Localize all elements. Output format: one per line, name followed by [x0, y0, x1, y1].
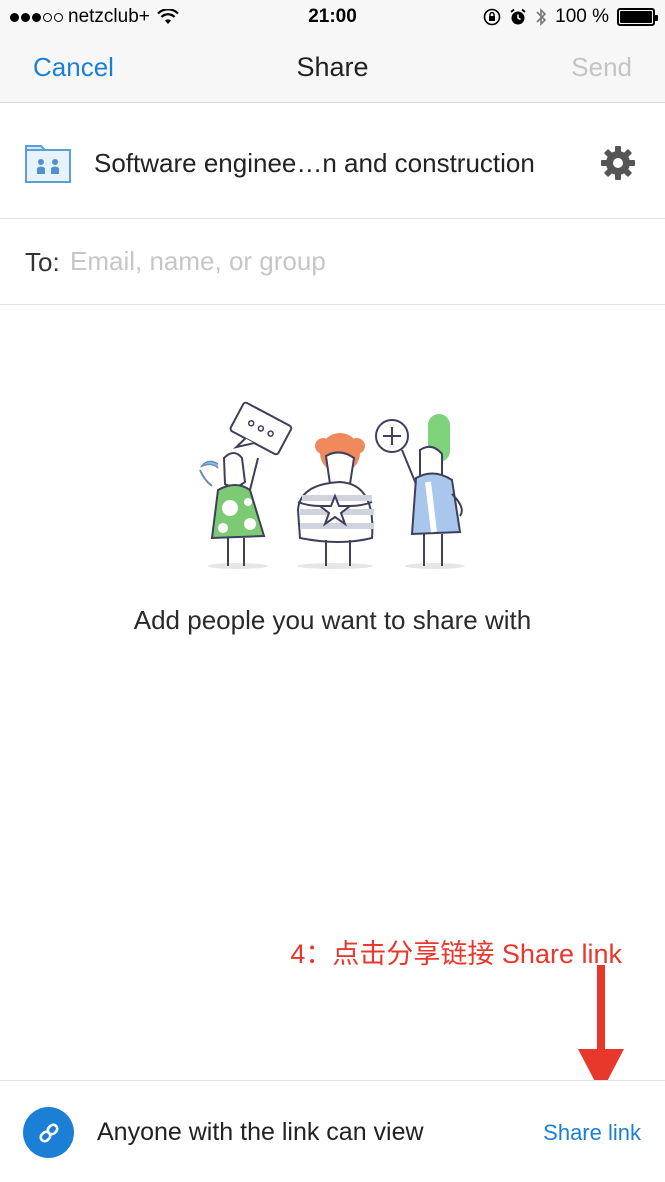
recipients-input[interactable] [70, 241, 640, 281]
to-label: To: [25, 247, 60, 277]
send-button[interactable]: Send [571, 52, 632, 83]
orientation-lock-icon [483, 8, 501, 26]
annotation-arrow-icon [578, 965, 624, 1093]
tutorial-annotation: 4：点击分享链接 Share link [290, 939, 622, 969]
share-link-button[interactable]: Share link [543, 1120, 641, 1146]
shared-folder-icon [25, 145, 71, 183]
recipients-row: To: [0, 219, 665, 305]
link-access-label: Anyone with the link can view [97, 1118, 424, 1146]
folder-name: Software enginee…n and construction [94, 148, 535, 178]
alarm-icon [510, 8, 526, 25]
share-screen: netzclub+ 21:00 100 % Cancel Share Send … [0, 0, 665, 1182]
status-bar: netzclub+ 21:00 100 % [0, 0, 665, 34]
battery-icon [617, 8, 658, 26]
battery-percent: 100 % [555, 6, 609, 27]
bluetooth-icon [536, 8, 547, 26]
gear-icon[interactable] [599, 144, 637, 182]
status-right: 100 % [483, 6, 658, 28]
navigation-bar: Cancel Share Send [0, 34, 665, 103]
people-sharing-illustration [199, 401, 465, 569]
link-settings-bar: Anyone with the link can view Share link [0, 1080, 665, 1182]
empty-state-message: Add people you want to share with [133, 605, 532, 635]
page-title: Share [296, 52, 369, 82]
shared-folder-row: Software enginee…n and construction [0, 104, 665, 219]
link-icon [23, 1107, 74, 1158]
